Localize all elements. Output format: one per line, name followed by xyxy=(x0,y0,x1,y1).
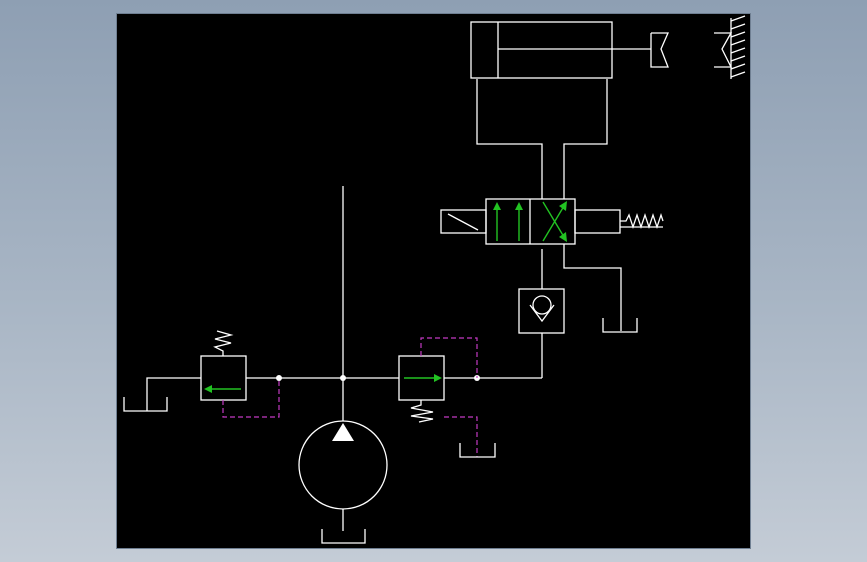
solenoid-directional-valve[interactable] xyxy=(440,198,664,331)
drawing-canvas[interactable] xyxy=(116,13,751,549)
double-acting-cylinder[interactable] xyxy=(470,21,651,79)
workpiece-clamp xyxy=(650,32,669,68)
pilot-line xyxy=(420,337,478,378)
solenoid-coil xyxy=(440,209,487,234)
hydraulic-pump[interactable] xyxy=(298,420,388,531)
hydraulic-schematic xyxy=(123,15,746,544)
check-valve[interactable] xyxy=(518,288,565,334)
spring-icon xyxy=(213,330,234,356)
pump-arrow-icon xyxy=(332,423,354,441)
tank-relief xyxy=(123,397,168,412)
solenoid-coil-right xyxy=(574,209,621,234)
pressure-reducing-valve[interactable] xyxy=(398,337,478,457)
pilot-line xyxy=(222,378,280,418)
fixed-wall xyxy=(714,15,746,79)
spring-icon xyxy=(410,400,434,423)
tank-pump xyxy=(321,529,366,544)
tank-directional xyxy=(602,318,638,333)
spring-icon xyxy=(620,212,664,230)
work-lines xyxy=(476,79,608,199)
